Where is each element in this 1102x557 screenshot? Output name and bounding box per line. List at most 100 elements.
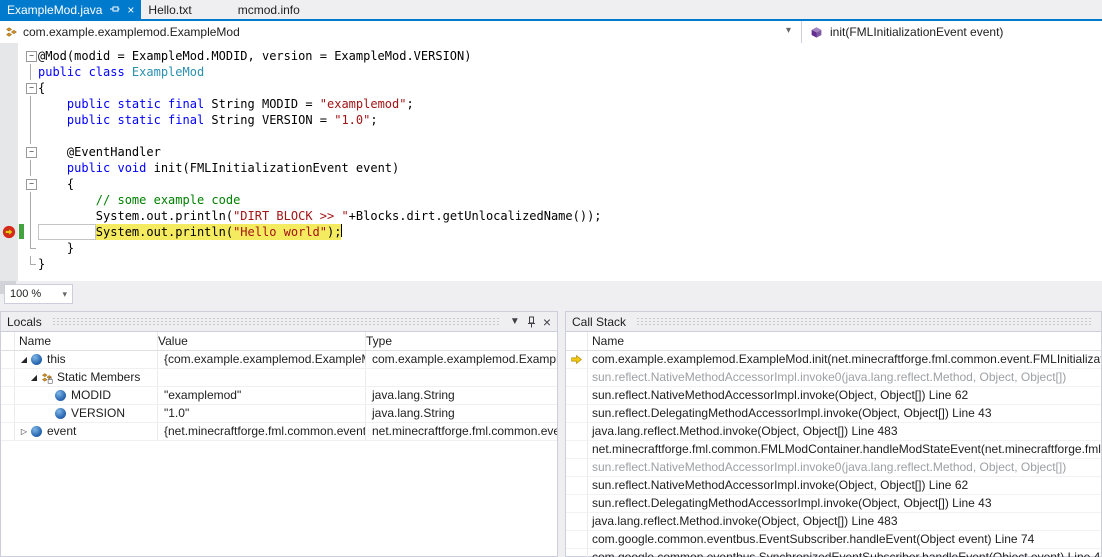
stack-frame-row[interactable]: sun.reflect.NativeMethodAccessorImpl.inv… — [566, 459, 1101, 477]
fold-minus-box[interactable]: − — [26, 147, 37, 158]
frame-margin — [566, 369, 588, 386]
row-margin — [1, 351, 15, 368]
expander-open-icon[interactable]: ◢ — [27, 369, 41, 386]
pin-icon[interactable] — [109, 5, 120, 15]
value-cell: "examplemod" — [158, 387, 366, 404]
frame-text: sun.reflect.NativeMethodAccessorImpl.inv… — [592, 370, 1067, 384]
code-token: init(FMLInitializationEvent event) — [153, 161, 400, 175]
variable-type: java.lang.String — [372, 388, 455, 402]
expander-open-icon[interactable]: ◢ — [17, 351, 31, 368]
tab-label: Hello.txt — [148, 2, 192, 17]
code-lines: − @Mod(modid = ExampleMod.MODID, version … — [0, 48, 1102, 272]
static-members-icon — [41, 372, 53, 384]
changed-line-bar — [19, 224, 24, 239]
fold-guide — [24, 64, 38, 80]
field-icon — [55, 390, 66, 401]
callstack-column-headers[interactable]: Name — [566, 332, 1101, 351]
fold-guide — [24, 208, 38, 224]
stack-frame-row[interactable]: net.minecraftforge.fml.common.FMLModCont… — [566, 441, 1101, 459]
stack-frame-row[interactable]: java.lang.reflect.Method.invoke(Object, … — [566, 513, 1101, 531]
frame-text: sun.reflect.DelegatingMethodAccessorImpl… — [592, 496, 992, 510]
stack-frame-row[interactable]: sun.reflect.DelegatingMethodAccessorImpl… — [566, 405, 1101, 423]
code-line[interactable]: } — [0, 256, 1102, 272]
code-token: } — [38, 257, 46, 271]
type-dropdown[interactable]: com.example.examplemod.ExampleMod ▾ — [0, 21, 801, 43]
code-line[interactable]: } — [0, 240, 1102, 256]
frame-margin — [566, 549, 588, 557]
code-token: System.out.println( — [95, 225, 234, 239]
breakpoint-current-statement-icon[interactable] — [2, 225, 16, 239]
fold-collapse-icon[interactable]: − — [24, 80, 38, 96]
locals-row-version[interactable]: VERSION "1.0" java.lang.String — [1, 405, 557, 423]
fold-collapse-icon[interactable]: − — [24, 176, 38, 192]
expander-collapsed-icon[interactable]: ▷ — [17, 423, 31, 440]
code-token: "Hello world" — [233, 225, 327, 239]
tab-mcmod-info[interactable]: mcmod.info — [231, 0, 307, 19]
code-line[interactable]: − @Mod(modid = ExampleMod.MODID, version … — [0, 48, 1102, 64]
locals-row-modid[interactable]: MODID "examplemod" java.lang.String — [1, 387, 557, 405]
value-cell — [158, 369, 366, 386]
code-line[interactable]: − { — [0, 176, 1102, 192]
code-token: public static final — [66, 97, 212, 111]
code-line[interactable]: − @EventHandler — [0, 144, 1102, 160]
close-icon[interactable]: × — [543, 315, 551, 329]
fold-collapse-icon[interactable]: − — [24, 144, 38, 160]
code-line[interactable]: −{ — [0, 80, 1102, 96]
code-line[interactable]: System.out.println("Hello world"); — [0, 224, 1102, 240]
tab-examplemod-java[interactable]: ExampleMod.java × — [0, 0, 142, 19]
callstack-title-bar[interactable]: Call Stack — [566, 312, 1101, 332]
close-icon[interactable]: × — [127, 4, 134, 16]
column-header-name[interactable]: Name — [15, 332, 158, 350]
column-header-name[interactable]: Name — [588, 332, 1101, 350]
value-cell: {net.minecraftforge.fml.common.event.FML… — [158, 423, 366, 440]
code-line[interactable] — [0, 128, 1102, 144]
frame-margin — [566, 513, 588, 530]
stack-frame-row[interactable]: com.example.examplemod.ExampleMod.init(n… — [566, 351, 1101, 369]
stack-frame-row[interactable]: java.lang.reflect.Method.invoke(Object, … — [566, 423, 1101, 441]
locals-column-headers[interactable]: Name Value Type — [1, 332, 557, 351]
code-line[interactable]: // some example code — [0, 192, 1102, 208]
column-header-type[interactable]: Type — [366, 332, 557, 350]
code-token: ; — [370, 113, 378, 127]
code-line[interactable]: public class ExampleMod — [0, 64, 1102, 80]
window-position-icon[interactable]: ▼ — [510, 316, 520, 327]
code-token: { — [66, 177, 75, 191]
stack-frame-row[interactable]: com.google.common.eventbus.EventSubscrib… — [566, 531, 1101, 549]
column-header-value[interactable]: Value — [158, 332, 366, 350]
stack-frame-row[interactable]: sun.reflect.DelegatingMethodAccessorImpl… — [566, 495, 1101, 513]
code-line[interactable]: public static final String MODID = "exam… — [0, 96, 1102, 112]
code-token: // some example code — [95, 193, 241, 207]
title-grip-texture — [636, 317, 1091, 326]
locals-row-static-members[interactable]: ◢ Static Members — [1, 369, 557, 387]
name-cell: ◢ this — [15, 351, 158, 368]
locals-row-event[interactable]: ▷ event {net.minecraftforge.fml.common.eve… — [1, 423, 557, 441]
stack-frame-row[interactable]: sun.reflect.NativeMethodAccessorImpl.inv… — [566, 477, 1101, 495]
fold-minus-box[interactable]: − — [26, 83, 37, 94]
fold-collapse-icon[interactable]: − — [24, 48, 38, 64]
member-dropdown[interactable]: init(FMLInitializationEvent event) — [801, 21, 1102, 43]
locals-row-this[interactable]: ◢ this {com.example.examplemod.ExampleMod c… — [1, 351, 557, 369]
code-line[interactable]: public static final String VERSION = "1.… — [0, 112, 1102, 128]
code-token: ; — [406, 97, 414, 111]
variable-value: {net.minecraftforge.fml.common.event.FML… — [164, 424, 366, 438]
editor-bottom-strip: 100 % ▾ — [0, 281, 1102, 311]
frame-margin-column — [566, 332, 588, 350]
code-token: "examplemod" — [319, 97, 407, 111]
tab-hello-txt[interactable]: Hello.txt — [141, 0, 198, 19]
stack-frame-row[interactable]: sun.reflect.NativeMethodAccessorImpl.inv… — [566, 387, 1101, 405]
chevron-down-icon[interactable]: ▾ — [786, 25, 791, 36]
locals-title-bar[interactable]: Locals ▼ × — [1, 312, 557, 332]
stack-frame-row[interactable]: sun.reflect.NativeMethodAccessorImpl.inv… — [566, 369, 1101, 387]
fold-minus-box[interactable]: − — [26, 51, 37, 62]
fold-minus-box[interactable]: − — [26, 179, 37, 190]
pin-icon[interactable] — [526, 316, 537, 328]
code-line[interactable]: System.out.println("DIRT BLOCK >> " +Bloc… — [0, 208, 1102, 224]
code-token: "DIRT BLOCK >> " — [233, 209, 349, 223]
code-line[interactable]: public void init(FMLInitializationEvent … — [0, 160, 1102, 176]
fold-vline — [30, 112, 31, 128]
code-editor[interactable]: − @Mod(modid = ExampleMod.MODID, version … — [0, 43, 1102, 281]
editor-zoom-combo[interactable]: 100 % ▾ — [4, 284, 73, 304]
code-token: @EventHandler — [66, 145, 161, 159]
stack-frame-row[interactable]: com.google.common.eventbus.SynchronizedE… — [566, 549, 1101, 557]
chevron-down-icon: ▾ — [62, 288, 67, 299]
